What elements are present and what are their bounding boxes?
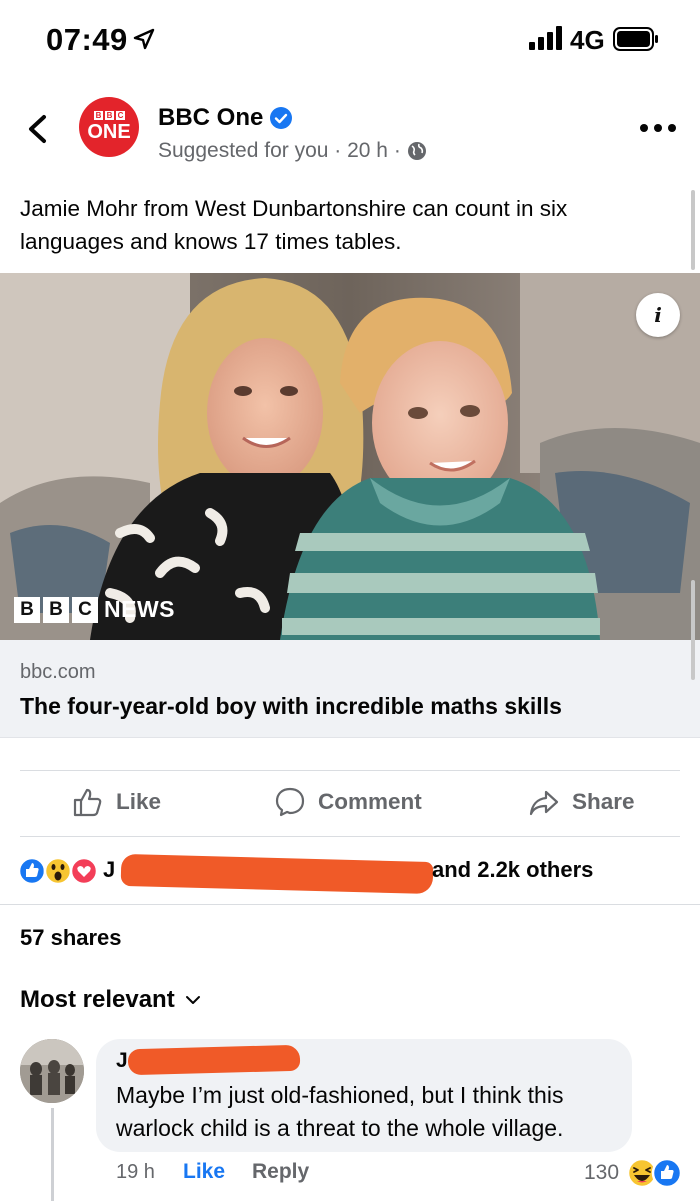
comment-reaction-count[interactable]: 130 <box>584 1161 619 1185</box>
news-logo-text: NEWS <box>104 596 175 622</box>
page-avatar[interactable]: B B C ONE <box>79 97 139 157</box>
avatar-photo <box>20 1039 84 1103</box>
comment-icon <box>275 787 305 817</box>
thread-line <box>51 1108 54 1201</box>
network-label: 4G <box>570 25 605 55</box>
reactors-summary[interactable]: and 2.2k others <box>432 857 593 883</box>
comment-time: 19 h <box>116 1161 155 1183</box>
sort-label: Most relevant <box>20 986 175 1013</box>
info-icon[interactable]: i <box>636 293 680 337</box>
like-reaction-icon <box>651 1157 683 1189</box>
avatar-block-3: C <box>116 111 125 120</box>
back-icon[interactable] <box>22 112 54 146</box>
like-button[interactable]: Like <box>72 786 161 818</box>
comment-label: Comment <box>318 789 422 814</box>
post-image[interactable]: B B C NEWS <box>0 273 700 640</box>
comment-author[interactable]: J <box>116 1049 128 1073</box>
avatar-block-1: B <box>94 111 103 120</box>
comment-text: Maybe I’m just old-fashioned, but I thin… <box>116 1082 564 1141</box>
redaction-bar <box>120 853 434 895</box>
bbc-news-logo: B B C NEWS <box>14 596 175 623</box>
signal-bars-icon <box>529 26 562 50</box>
news-logo-block-1: B <box>14 596 40 623</box>
reaction-icons[interactable] <box>18 855 100 887</box>
chevron-down-icon <box>185 996 200 1004</box>
post-caption: Jamie Mohr from West Dunbartonshire can … <box>20 196 568 254</box>
link-preview[interactable]: bbc.com The four-year-old boy with incre… <box>0 640 700 738</box>
share-button[interactable]: Share <box>528 786 635 818</box>
post-meta: Suggested for you · 20 h · <box>158 139 427 163</box>
link-title: The four-year-old boy with incredible ma… <box>20 693 562 719</box>
shares-count[interactable]: 57 shares <box>20 925 122 951</box>
thumbs-up-icon <box>73 788 102 817</box>
like-label: Like <box>116 789 162 814</box>
location-arrow-icon <box>133 28 155 50</box>
share-label: Share <box>572 789 635 814</box>
redaction-bar <box>127 1044 301 1076</box>
divider <box>0 904 700 905</box>
reactors-prefix[interactable]: J <box>103 857 115 883</box>
comment-like-button[interactable]: Like <box>183 1160 225 1184</box>
scrollbar[interactable] <box>691 190 695 270</box>
reactors-prefix-text: J <box>103 857 116 882</box>
divider <box>20 770 680 771</box>
bbc-blocks-logo: B B C <box>94 111 125 120</box>
comment-button[interactable]: Comment <box>274 786 422 818</box>
avatar-text: ONE <box>87 121 131 143</box>
news-logo-block-3: C <box>72 596 98 623</box>
page-name-row: BBC One <box>158 104 293 132</box>
news-logo-block-2: B <box>43 596 69 623</box>
page-name[interactable]: BBC One <box>158 104 263 132</box>
verified-badge-icon <box>270 107 293 129</box>
comment-reactions[interactable] <box>626 1157 684 1189</box>
battery-icon <box>613 27 658 51</box>
status-bar: 07:49 4G <box>0 0 700 80</box>
more-options-icon[interactable] <box>638 122 678 134</box>
wow-reaction-icon <box>43 856 73 886</box>
avatar-block-2: B <box>105 111 114 120</box>
post-meta-text: Suggested for you · 20 h · <box>158 139 401 162</box>
commenter-avatar[interactable] <box>20 1039 84 1103</box>
scrollbar[interactable] <box>691 580 695 680</box>
love-reaction-icon <box>69 856 99 886</box>
link-domain: bbc.com <box>20 661 96 683</box>
comment-sort-dropdown[interactable]: Most relevant <box>20 986 201 1014</box>
photo-illustration <box>0 273 700 640</box>
globe-icon <box>407 142 426 160</box>
like-reaction-icon <box>18 856 47 886</box>
comment-reply-button[interactable]: Reply <box>252 1160 309 1184</box>
divider <box>20 836 680 837</box>
status-time: 07:49 <box>46 22 128 57</box>
share-arrow-icon <box>529 790 559 816</box>
